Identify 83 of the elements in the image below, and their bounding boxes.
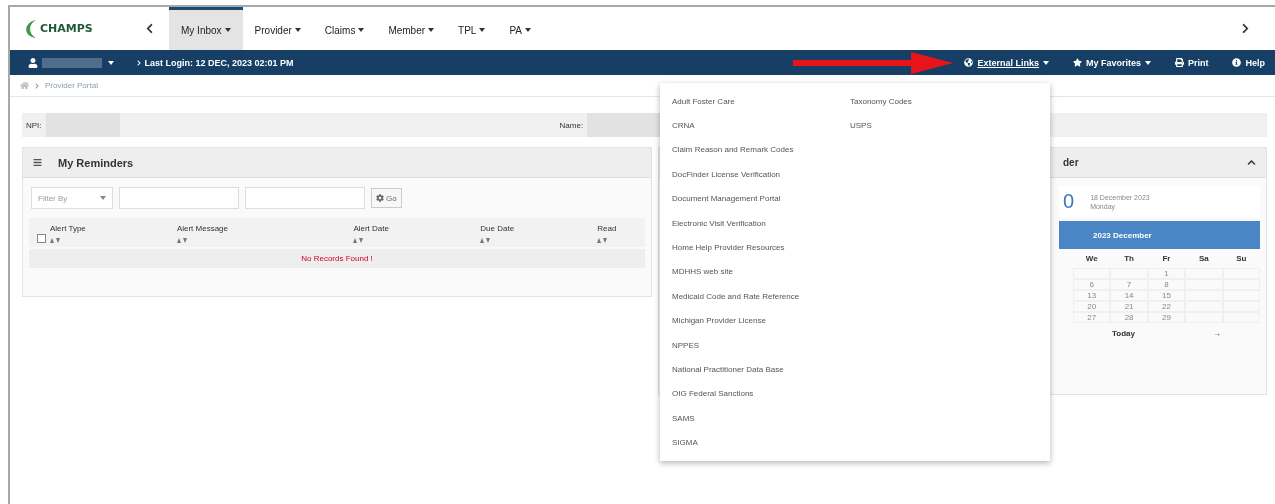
calendar-day[interactable]: 1	[1147, 268, 1186, 279]
gear-icon	[376, 194, 384, 202]
month-header: 2023 December	[1059, 221, 1260, 249]
previous-icon[interactable]	[144, 23, 155, 34]
calendar-day[interactable]: 14	[1110, 290, 1148, 301]
menu-item[interactable]: Home Help Provider Resources	[672, 235, 785, 260]
sort-icon[interactable]	[597, 238, 608, 243]
filter-input[interactable]	[245, 187, 365, 209]
menu-item[interactable]: Electronic Visit Verification	[672, 210, 766, 236]
sort-icon[interactable]	[176, 238, 187, 243]
collapse-icon[interactable]	[1247, 158, 1256, 167]
toolbar-link[interactable]: My Favorites	[1072, 57, 1151, 68]
chevron-icon	[34, 82, 40, 89]
menu-item[interactable]: OIG Federal Sanctions	[672, 381, 754, 407]
calendar-day[interactable]: 7	[1110, 279, 1148, 290]
toolbar-link[interactable]: Help	[1232, 57, 1265, 68]
menu-tab[interactable]: Member	[376, 7, 447, 50]
info-icon	[1232, 58, 1242, 67]
menu-tab[interactable]: Claims	[312, 7, 377, 50]
menu-item[interactable]: CRNA	[672, 113, 695, 138]
calendar-day[interactable]: 8	[1147, 279, 1186, 290]
weekday-header: Fr	[1161, 253, 1172, 265]
globe-icon	[964, 58, 974, 67]
menu-item[interactable]: SIGMA	[672, 430, 698, 455]
column-header[interactable]: Alert Message	[176, 224, 354, 233]
calendar-day[interactable]: 29	[1147, 312, 1186, 323]
panel-title: der	[1063, 157, 1079, 168]
menu-item[interactable]: NPPES	[672, 332, 700, 358]
sort-icon[interactable]	[353, 238, 364, 243]
printer-icon	[1174, 58, 1184, 67]
redacted-user-name	[42, 57, 102, 68]
next-month-button[interactable]: →	[1213, 329, 1221, 338]
menu-item[interactable]: DocFinder License Verification	[672, 162, 781, 187]
weekday-header: Sa	[1198, 253, 1210, 265]
last-login-text: Last Login: 12 DEC, 2023 02:01 PM	[144, 57, 294, 68]
column-header[interactable]: Due Date	[480, 224, 598, 233]
calendar-day[interactable]: 6	[1073, 279, 1111, 290]
column-header[interactable]: Alert Date	[353, 224, 481, 233]
chevron-icon	[136, 59, 142, 66]
calendar-day[interactable]: 28	[1110, 312, 1148, 323]
menu-tab[interactable]: My Inbox	[169, 7, 243, 50]
panel-title: My Reminders	[58, 156, 134, 169]
column-header[interactable]: Alert Type	[49, 224, 177, 233]
next-icon[interactable]	[1240, 23, 1251, 34]
calendar-day[interactable]: 21	[1110, 301, 1148, 312]
menu-item[interactable]: MDHHS web site	[672, 259, 733, 285]
npi-label: NPI:	[26, 120, 42, 130]
menu-item[interactable]: Taxonomy Codes	[850, 89, 912, 114]
calendar-day[interactable]: 13	[1073, 290, 1111, 301]
filter-input[interactable]	[119, 187, 239, 209]
menu-icon[interactable]	[33, 158, 42, 167]
menu-tab[interactable]: TPL	[446, 7, 498, 50]
menu-item[interactable]: Claim Reason and Remark Codes	[672, 137, 794, 163]
star-icon	[1072, 58, 1082, 67]
select-all-checkbox[interactable]	[37, 234, 46, 243]
sort-icon[interactable]	[49, 238, 60, 243]
menu-tab[interactable]: Provider	[242, 7, 313, 50]
menu-item[interactable]: SAMS	[672, 406, 695, 431]
weekday-header: Th	[1123, 253, 1135, 265]
menu-tab[interactable]: PA	[497, 7, 544, 50]
sort-icon[interactable]	[480, 238, 491, 243]
empty-message: No Records Found !	[29, 249, 645, 268]
menu-item[interactable]: Medicaid Code and Rate Reference	[672, 284, 800, 309]
menu-item[interactable]: Adult Foster Care	[672, 89, 735, 114]
champs-logo[interactable]: CHAMPS	[22, 7, 122, 50]
toolbar-link[interactable]: External Links	[964, 57, 1049, 68]
toolbar-link[interactable]: Print	[1174, 57, 1209, 68]
name-label: Name:	[559, 120, 584, 130]
weekday-header: Su	[1235, 253, 1248, 265]
go-button[interactable]: Go	[371, 188, 402, 208]
menu-item[interactable]: Michigan Provider License	[672, 308, 766, 333]
calendar-day[interactable]: 22	[1147, 301, 1186, 312]
menu-item[interactable]: Document Management Portal	[672, 186, 781, 211]
day-number: 0	[1063, 190, 1075, 213]
menu-item[interactable]: USPS	[850, 113, 872, 138]
weekday-header: We	[1084, 253, 1099, 265]
calendar-day[interactable]: 20	[1073, 301, 1111, 312]
today-button[interactable]: Today	[1112, 329, 1135, 338]
column-header[interactable]: Read	[597, 224, 637, 233]
calendar-day[interactable]: 15	[1147, 290, 1186, 301]
calendar-day[interactable]: 27	[1073, 312, 1111, 323]
user-icon	[28, 57, 38, 68]
menu-item[interactable]: National Practitioner Data Base	[672, 357, 784, 382]
